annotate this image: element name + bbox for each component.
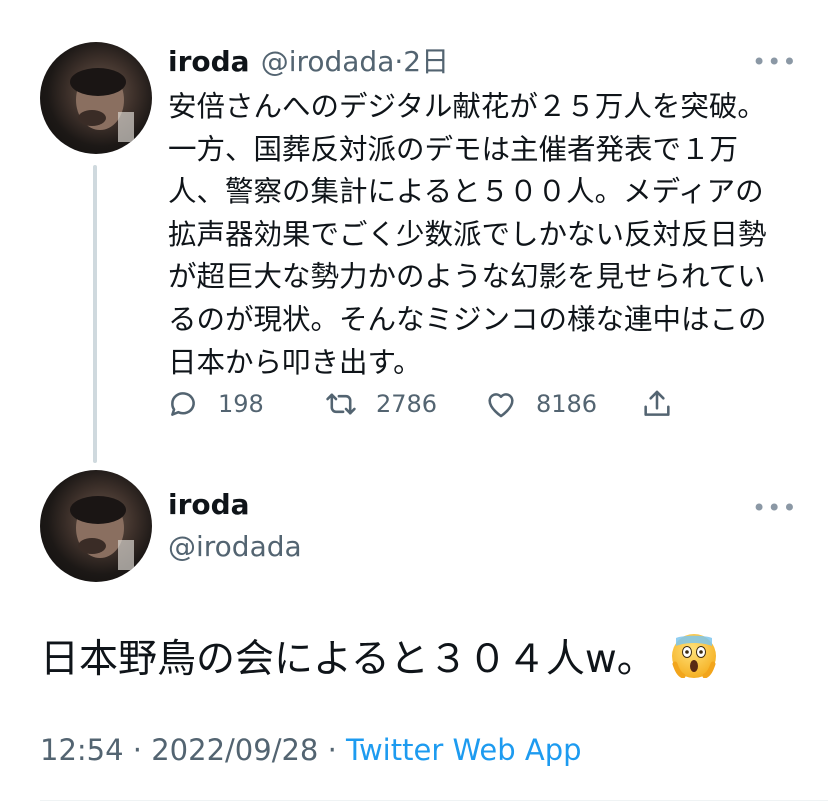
display-name[interactable]: iroda: [168, 488, 250, 521]
handle[interactable]: @irodada: [168, 530, 302, 563]
tweet-time[interactable]: 12:54: [40, 733, 124, 767]
tweet-header: iroda @irodada·2日: [168, 40, 449, 80]
meta-separator: ·: [327, 733, 337, 767]
retweet-icon: [326, 393, 356, 415]
thread-line: [93, 165, 97, 463]
face-screaming-icon: [671, 634, 716, 678]
reply-button[interactable]: 198: [166, 384, 264, 424]
avatar[interactable]: [40, 42, 152, 154]
tweet-text: 日本野鳥の会によると３０４人w。: [40, 628, 716, 684]
display-name[interactable]: iroda: [168, 45, 250, 78]
reply-count: 198: [218, 390, 264, 418]
retweet-button[interactable]: 2786: [324, 384, 437, 424]
more-dots-icon[interactable]: •••: [752, 496, 797, 520]
more-dots-icon[interactable]: •••: [752, 50, 797, 74]
tweet-meta: 12:54 · 2022/09/28 · Twitter Web App: [40, 733, 582, 767]
handle[interactable]: @irodada: [261, 45, 395, 78]
divider: [40, 800, 828, 801]
source-link[interactable]: Twitter Web App: [346, 733, 582, 767]
retweet-count: 2786: [376, 390, 438, 418]
like-button[interactable]: 8186: [484, 384, 597, 424]
avatar[interactable]: [40, 470, 152, 582]
share-icon: [644, 390, 670, 416]
timestamp[interactable]: 2日: [403, 45, 449, 78]
like-count: 8186: [536, 390, 598, 418]
tweet-text: 安倍さんへのデジタル献花が２５万人を突破。一方、国葬反対派のデモは主催者発表で１…: [168, 90, 767, 379]
separator: ·: [394, 45, 404, 78]
tweet-date[interactable]: 2022/09/28: [151, 733, 318, 767]
heart-icon: [488, 393, 514, 418]
reply-icon: [171, 392, 195, 416]
share-button[interactable]: [640, 384, 674, 424]
meta-separator: ·: [132, 733, 143, 767]
tweet-text-content: 日本野鳥の会によると３０４人w。: [40, 637, 656, 682]
